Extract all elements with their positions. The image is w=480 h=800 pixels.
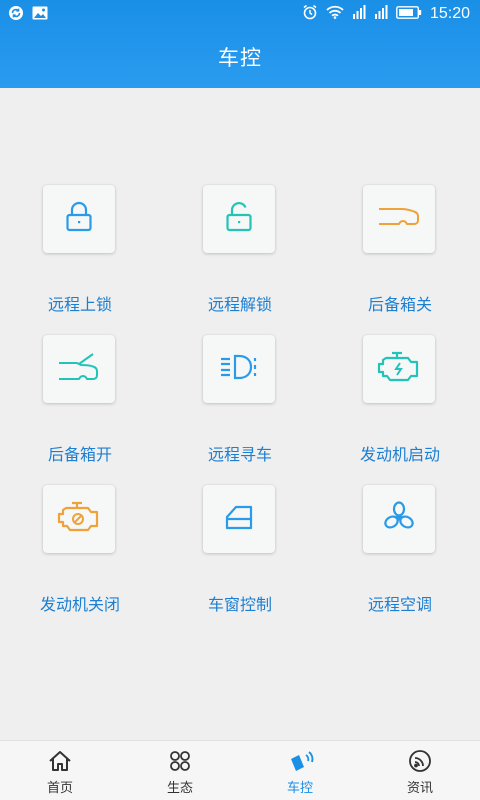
lock-icon [61, 199, 97, 239]
ecosystem-icon [168, 749, 192, 773]
control-label: 发动机启动 [359, 445, 440, 464]
control-card[interactable] [363, 185, 435, 253]
control-card[interactable] [43, 335, 115, 403]
signal-icon [352, 5, 366, 23]
control-engine-stop[interactable]: 发动机关闭 [0, 485, 160, 635]
control-trunk-open[interactable]: 后备箱开 [0, 335, 160, 485]
control-label: 远程上锁 [47, 295, 112, 314]
signal-icon [374, 5, 388, 23]
control-air-conditioning[interactable]: 远程空调 [320, 485, 480, 635]
control-card[interactable] [203, 185, 275, 253]
control-card[interactable] [43, 185, 115, 253]
control-label: 发动机关闭 [39, 595, 120, 614]
clock-time: 15:20 [429, 5, 470, 22]
car-control-icon [286, 749, 314, 773]
header-bar: 15:20 车控 [0, 0, 480, 88]
window-icon [221, 502, 257, 536]
control-engine-start[interactable]: 发动机启动 [320, 335, 480, 485]
fan-icon [381, 499, 417, 539]
control-label: 远程空调 [367, 595, 432, 614]
control-label: 远程寻车 [207, 445, 272, 464]
control-label: 车窗控制 [207, 595, 272, 614]
status-bar: 15:20 [0, 0, 480, 28]
control-find-car[interactable]: 远程寻车 [160, 335, 320, 485]
bottom-nav: 首页 生态 车控 资讯 [0, 740, 480, 800]
control-card[interactable] [363, 335, 435, 403]
page-title: 车控 [218, 46, 262, 70]
nav-label: 生态 [166, 781, 193, 796]
battery-icon [396, 5, 422, 23]
home-icon [48, 749, 72, 773]
control-trunk-close[interactable]: 后备箱关 [320, 185, 480, 335]
nav-label: 首页 [46, 781, 73, 796]
control-card[interactable] [43, 485, 115, 553]
engine-start-icon [376, 349, 422, 389]
control-label: 后备箱关 [367, 295, 432, 314]
trunk-open-icon [57, 350, 101, 388]
control-window[interactable]: 车窗控制 [160, 485, 320, 635]
nav-ecosystem[interactable]: 生态 [120, 741, 240, 800]
news-icon [408, 749, 432, 773]
nav-home[interactable]: 首页 [0, 741, 120, 800]
control-card[interactable] [363, 485, 435, 553]
alarm-icon [302, 4, 318, 24]
sync-icon [8, 5, 24, 25]
control-remote-unlock[interactable]: 远程解锁 [160, 185, 320, 335]
unlock-icon [221, 199, 257, 239]
trunk-close-icon [377, 202, 421, 236]
image-icon [32, 6, 48, 24]
control-card[interactable] [203, 485, 275, 553]
engine-stop-icon [56, 499, 102, 539]
wifi-icon [326, 5, 344, 23]
nav-label: 车控 [286, 781, 313, 796]
nav-car-control[interactable]: 车控 [240, 741, 360, 800]
control-remote-lock[interactable]: 远程上锁 [0, 185, 160, 335]
nav-news[interactable]: 资讯 [360, 741, 480, 800]
headlight-icon [217, 350, 261, 388]
control-label: 后备箱开 [47, 445, 112, 464]
control-label: 远程解锁 [207, 295, 272, 314]
control-card[interactable] [203, 335, 275, 403]
control-grid: 远程上锁 远程解锁 后备箱关 后备箱开 远程寻车 发动机启动 发动机关闭 车窗控… [0, 88, 480, 740]
nav-label: 资讯 [406, 781, 433, 796]
